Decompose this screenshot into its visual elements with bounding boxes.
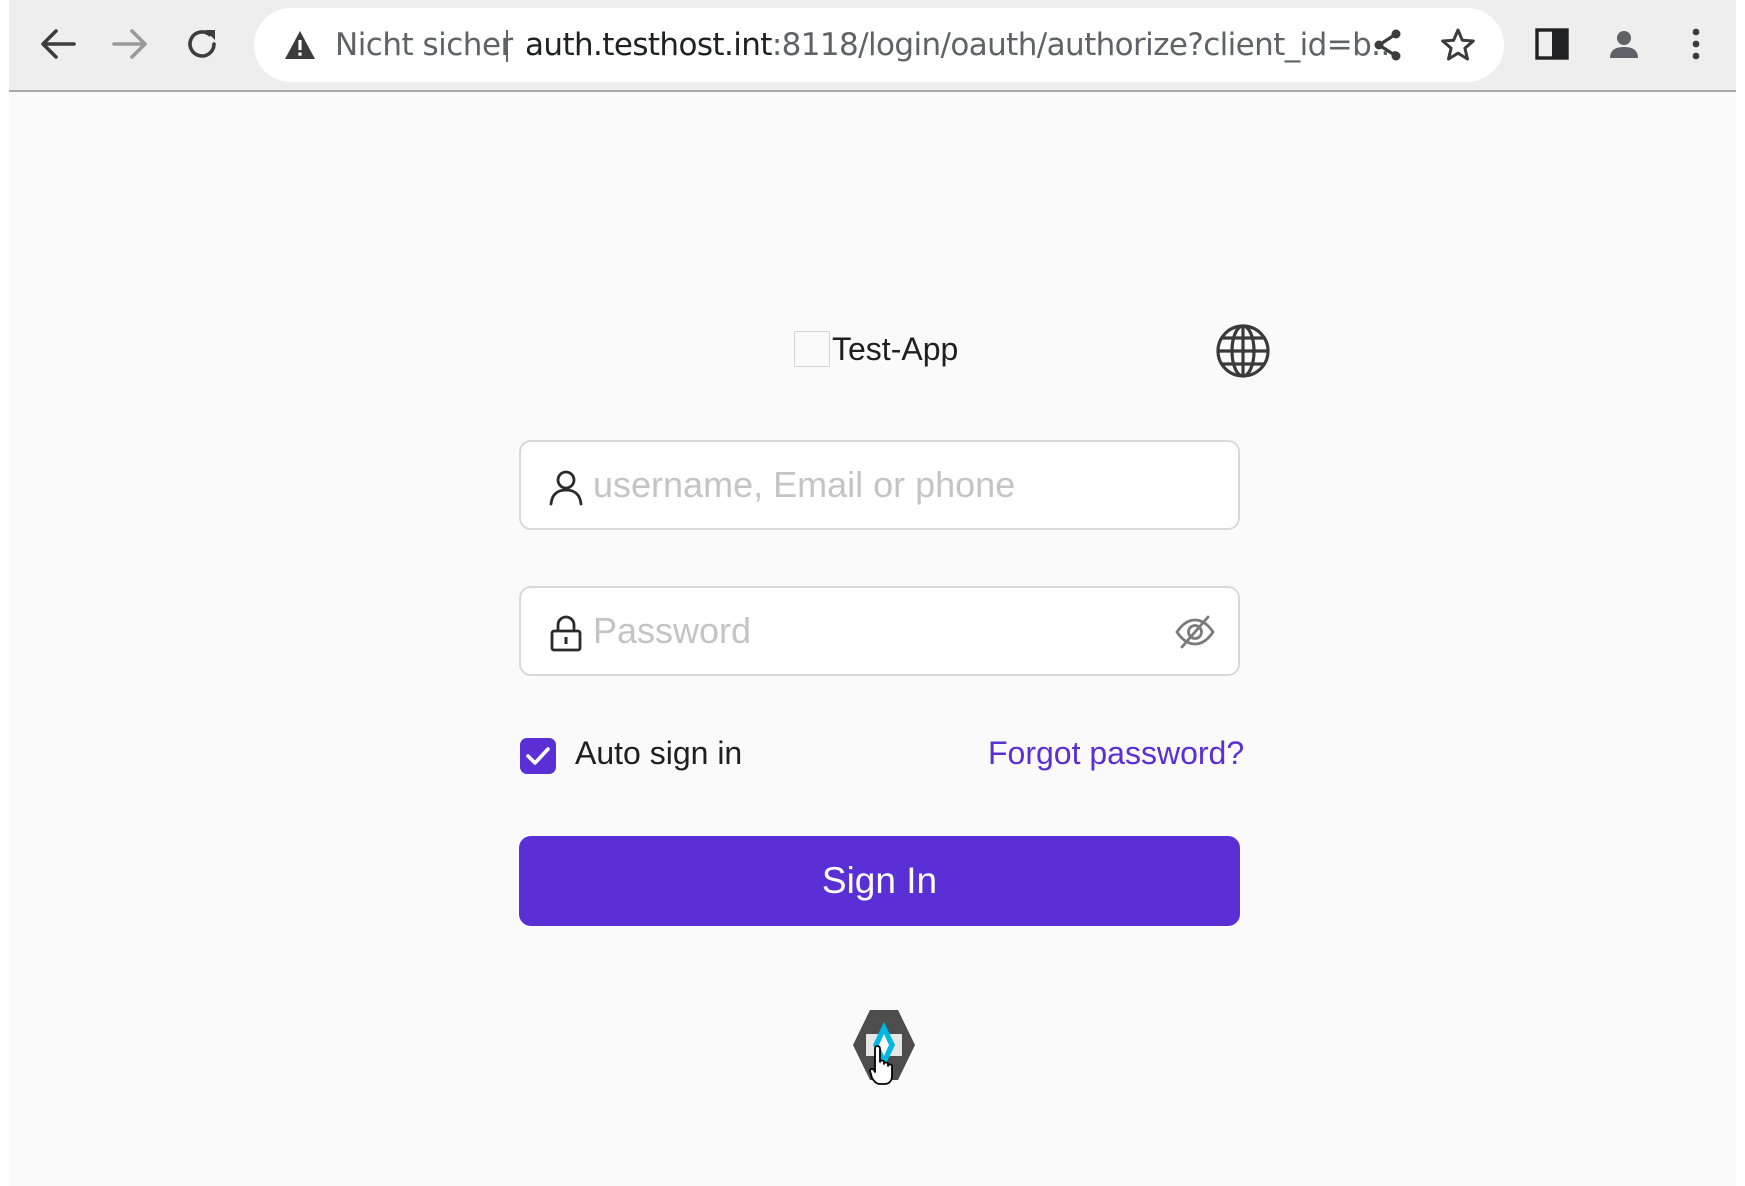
forward-button[interactable]: [100, 14, 160, 74]
password-field[interactable]: [519, 586, 1240, 676]
url-host: auth.testhost.int: [525, 27, 772, 63]
profile-icon: [1610, 31, 1638, 58]
url-path: :8118/login/oauth/authorize?client_id=b.…: [771, 27, 1400, 63]
auto-sign-in-label[interactable]: Auto sign in: [575, 735, 742, 772]
language-switcher[interactable]: [1213, 321, 1273, 381]
side-panel-button[interactable]: [1522, 14, 1582, 74]
omnibox-divider: [506, 30, 508, 62]
arrow-left-icon: [41, 29, 76, 59]
globe-icon: [1216, 324, 1270, 378]
checkmark-icon: [526, 747, 550, 765]
user-icon: [549, 470, 583, 506]
address-bar[interactable]: Nicht sicher auth.testhost.int:8118/logi…: [254, 8, 1504, 82]
star-icon: [1441, 28, 1475, 61]
username-input[interactable]: [593, 442, 1153, 528]
profile-button[interactable]: [1594, 14, 1654, 74]
kebab-menu-icon: [1692, 28, 1700, 60]
hand-cursor-icon: [869, 1045, 893, 1085]
app-name: Test-App: [832, 330, 959, 367]
sign-in-button[interactable]: Sign In: [519, 836, 1240, 926]
reload-button[interactable]: [172, 14, 232, 74]
back-button[interactable]: [28, 14, 88, 74]
toggle-password-visibility[interactable]: [1174, 612, 1216, 652]
share-button[interactable]: [1357, 15, 1417, 75]
username-field[interactable]: [519, 440, 1240, 530]
share-icon: [1374, 29, 1401, 61]
browser-window: Nicht sicher auth.testhost.int:8118/logi…: [9, 0, 1736, 1186]
url-text[interactable]: auth.testhost.int:8118/login/oauth/autho…: [525, 8, 1400, 82]
app-brand: Test-App: [794, 328, 958, 370]
bookmark-button[interactable]: [1428, 15, 1488, 75]
eye-off-icon: [1175, 615, 1215, 649]
arrow-right-icon: [112, 29, 147, 59]
warning-triangle-icon: [285, 31, 315, 59]
security-status-text[interactable]: Nicht sicher: [335, 8, 513, 82]
browser-toolbar: Nicht sicher auth.testhost.int:8118/logi…: [9, 0, 1736, 92]
lock-icon: [550, 615, 582, 652]
browser-menu-button[interactable]: [1666, 14, 1726, 74]
side-panel-icon: [1535, 28, 1569, 60]
password-input[interactable]: [593, 588, 1153, 674]
app-logo: [794, 331, 830, 367]
reload-icon: [188, 30, 216, 58]
forgot-password-link[interactable]: Forgot password?: [988, 735, 1244, 772]
auto-sign-in-checkbox[interactable]: [520, 738, 556, 774]
